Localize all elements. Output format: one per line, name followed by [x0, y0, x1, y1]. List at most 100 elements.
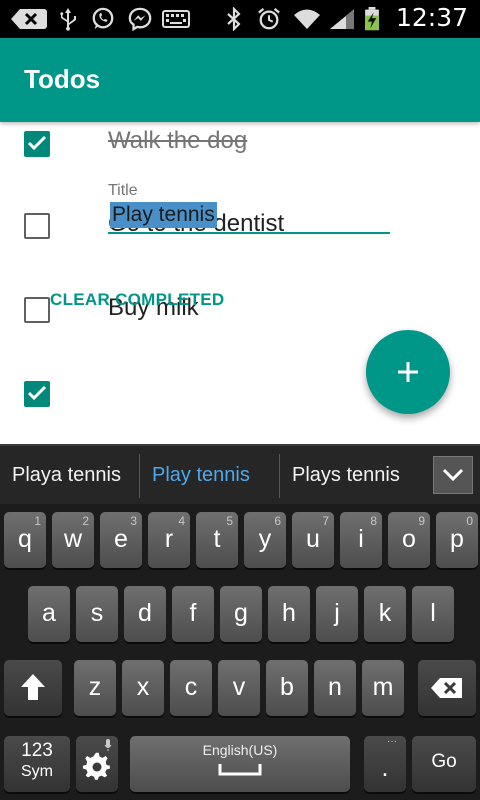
suggestions-expand-button[interactable] — [433, 456, 473, 494]
soft-keyboard: Playa tennis Play tennis Plays tennis 12… — [0, 444, 480, 800]
status-bar: 12:37 — [0, 0, 480, 38]
space-bar-icon — [218, 764, 262, 776]
key-s[interactable]: s — [76, 586, 118, 642]
key-e[interactable]: e3 — [100, 512, 142, 568]
key-c[interactable]: c — [170, 660, 212, 716]
plus-icon — [398, 362, 418, 382]
messenger-icon — [128, 7, 152, 31]
key-label: n — [328, 673, 342, 701]
settings-key[interactable] — [76, 736, 118, 792]
suggestion-2[interactable]: Play tennis — [152, 446, 250, 504]
mic-icon — [104, 739, 112, 751]
backspace-icon — [431, 678, 462, 698]
todo-list: Walk the dog Go to the dentist Title Pla… — [0, 122, 480, 444]
key-o[interactable]: o9 — [388, 512, 430, 568]
key-label: t — [213, 525, 221, 553]
keyboard-icon — [162, 10, 190, 28]
key-b[interactable]: b — [266, 660, 308, 716]
app-bar: Todos — [0, 38, 480, 122]
todo-checkbox-2[interactable] — [24, 213, 50, 239]
key-label: o — [402, 525, 416, 553]
key-label: j — [334, 599, 340, 627]
battery-charging-icon — [365, 7, 379, 31]
clear-completed-button[interactable]: CLEAR COMPLETED — [50, 290, 225, 310]
chevron-down-icon — [442, 468, 464, 482]
key-r[interactable]: r4 — [148, 512, 190, 568]
key-number-hint: 5 — [226, 514, 233, 528]
key-number-hint: 9 — [418, 514, 425, 528]
key-g[interactable]: g — [220, 586, 262, 642]
key-i[interactable]: i8 — [340, 512, 382, 568]
backspace-key[interactable] — [418, 660, 476, 716]
key-j[interactable]: j — [316, 586, 358, 642]
key-label: w — [63, 525, 83, 553]
suggestion-1[interactable]: Playa tennis — [12, 446, 121, 504]
signal-icon — [330, 9, 354, 29]
whatsapp-icon — [92, 7, 114, 30]
key-h[interactable]: h — [268, 586, 310, 642]
todo-text-1[interactable]: Walk the dog — [108, 127, 247, 155]
key-label: b — [280, 673, 294, 701]
key-label: e — [114, 525, 128, 553]
key-label: m — [372, 673, 394, 701]
key-z[interactable]: z — [74, 660, 116, 716]
key-number-hint: 8 — [370, 514, 377, 528]
key-v[interactable]: v — [218, 660, 260, 716]
key-label: a — [42, 599, 56, 627]
key-n[interactable]: n — [314, 660, 356, 716]
space-key[interactable]: English(US) — [130, 736, 350, 792]
key-k[interactable]: k — [364, 586, 406, 642]
key-label: v — [232, 673, 246, 701]
key-number-hint: 4 — [178, 514, 185, 528]
key-label: h — [282, 599, 296, 627]
period-key[interactable]: . ··· — [364, 736, 406, 792]
go-key[interactable]: Go — [412, 736, 476, 792]
todo-checkbox-3[interactable] — [24, 297, 50, 323]
title-input[interactable]: Play tennis — [108, 200, 390, 234]
suggestion-bar: Playa tennis Play tennis Plays tennis — [0, 444, 480, 504]
usb-icon — [60, 8, 76, 31]
key-p[interactable]: p0 — [436, 512, 478, 568]
key-w[interactable]: w2 — [52, 512, 94, 568]
key-label: s — [90, 599, 104, 627]
key-number-hint: 0 — [466, 514, 473, 528]
sym-key[interactable]: 123 Sym — [4, 736, 70, 792]
key-number-hint: 1 — [34, 514, 41, 528]
title-input-selected-text[interactable]: Play tennis — [110, 202, 217, 228]
gear-icon — [82, 752, 110, 780]
key-t[interactable]: t5 — [196, 512, 238, 568]
key-number-hint: 6 — [274, 514, 281, 528]
key-a[interactable]: a — [28, 586, 70, 642]
title-field-label: Title — [108, 182, 138, 199]
key-m[interactable]: m — [362, 660, 404, 716]
key-x[interactable]: x — [122, 660, 164, 716]
suggestion-3[interactable]: Plays tennis — [292, 446, 400, 504]
key-y[interactable]: y6 — [244, 512, 286, 568]
add-todo-button[interactable] — [366, 330, 450, 414]
key-label: z — [88, 673, 102, 701]
key-label: k — [378, 599, 392, 627]
suggestion-divider — [139, 454, 140, 498]
shift-key[interactable] — [4, 660, 62, 716]
shift-icon — [21, 674, 45, 700]
key-number-hint: 7 — [322, 514, 329, 528]
key-number-hint: 3 — [130, 514, 137, 528]
key-u[interactable]: u7 — [292, 512, 334, 568]
todo-checkbox-1[interactable] — [24, 131, 50, 157]
wifi-icon — [294, 9, 320, 29]
key-label: u — [306, 525, 320, 553]
clock: 12:37 — [395, 3, 468, 32]
check-icon — [27, 385, 47, 401]
key-label: x — [136, 673, 150, 701]
key-label: i — [358, 525, 364, 553]
key-label: l — [430, 599, 436, 627]
key-label: d — [138, 599, 152, 627]
key-f[interactable]: f — [172, 586, 214, 642]
key-q[interactable]: q1 — [4, 512, 46, 568]
key-l[interactable]: l — [412, 586, 454, 642]
check-icon — [27, 135, 47, 151]
todo-checkbox-4[interactable] — [24, 381, 50, 407]
key-d[interactable]: d — [124, 586, 166, 642]
bluetooth-icon — [227, 7, 241, 31]
key-label: p — [450, 525, 464, 553]
